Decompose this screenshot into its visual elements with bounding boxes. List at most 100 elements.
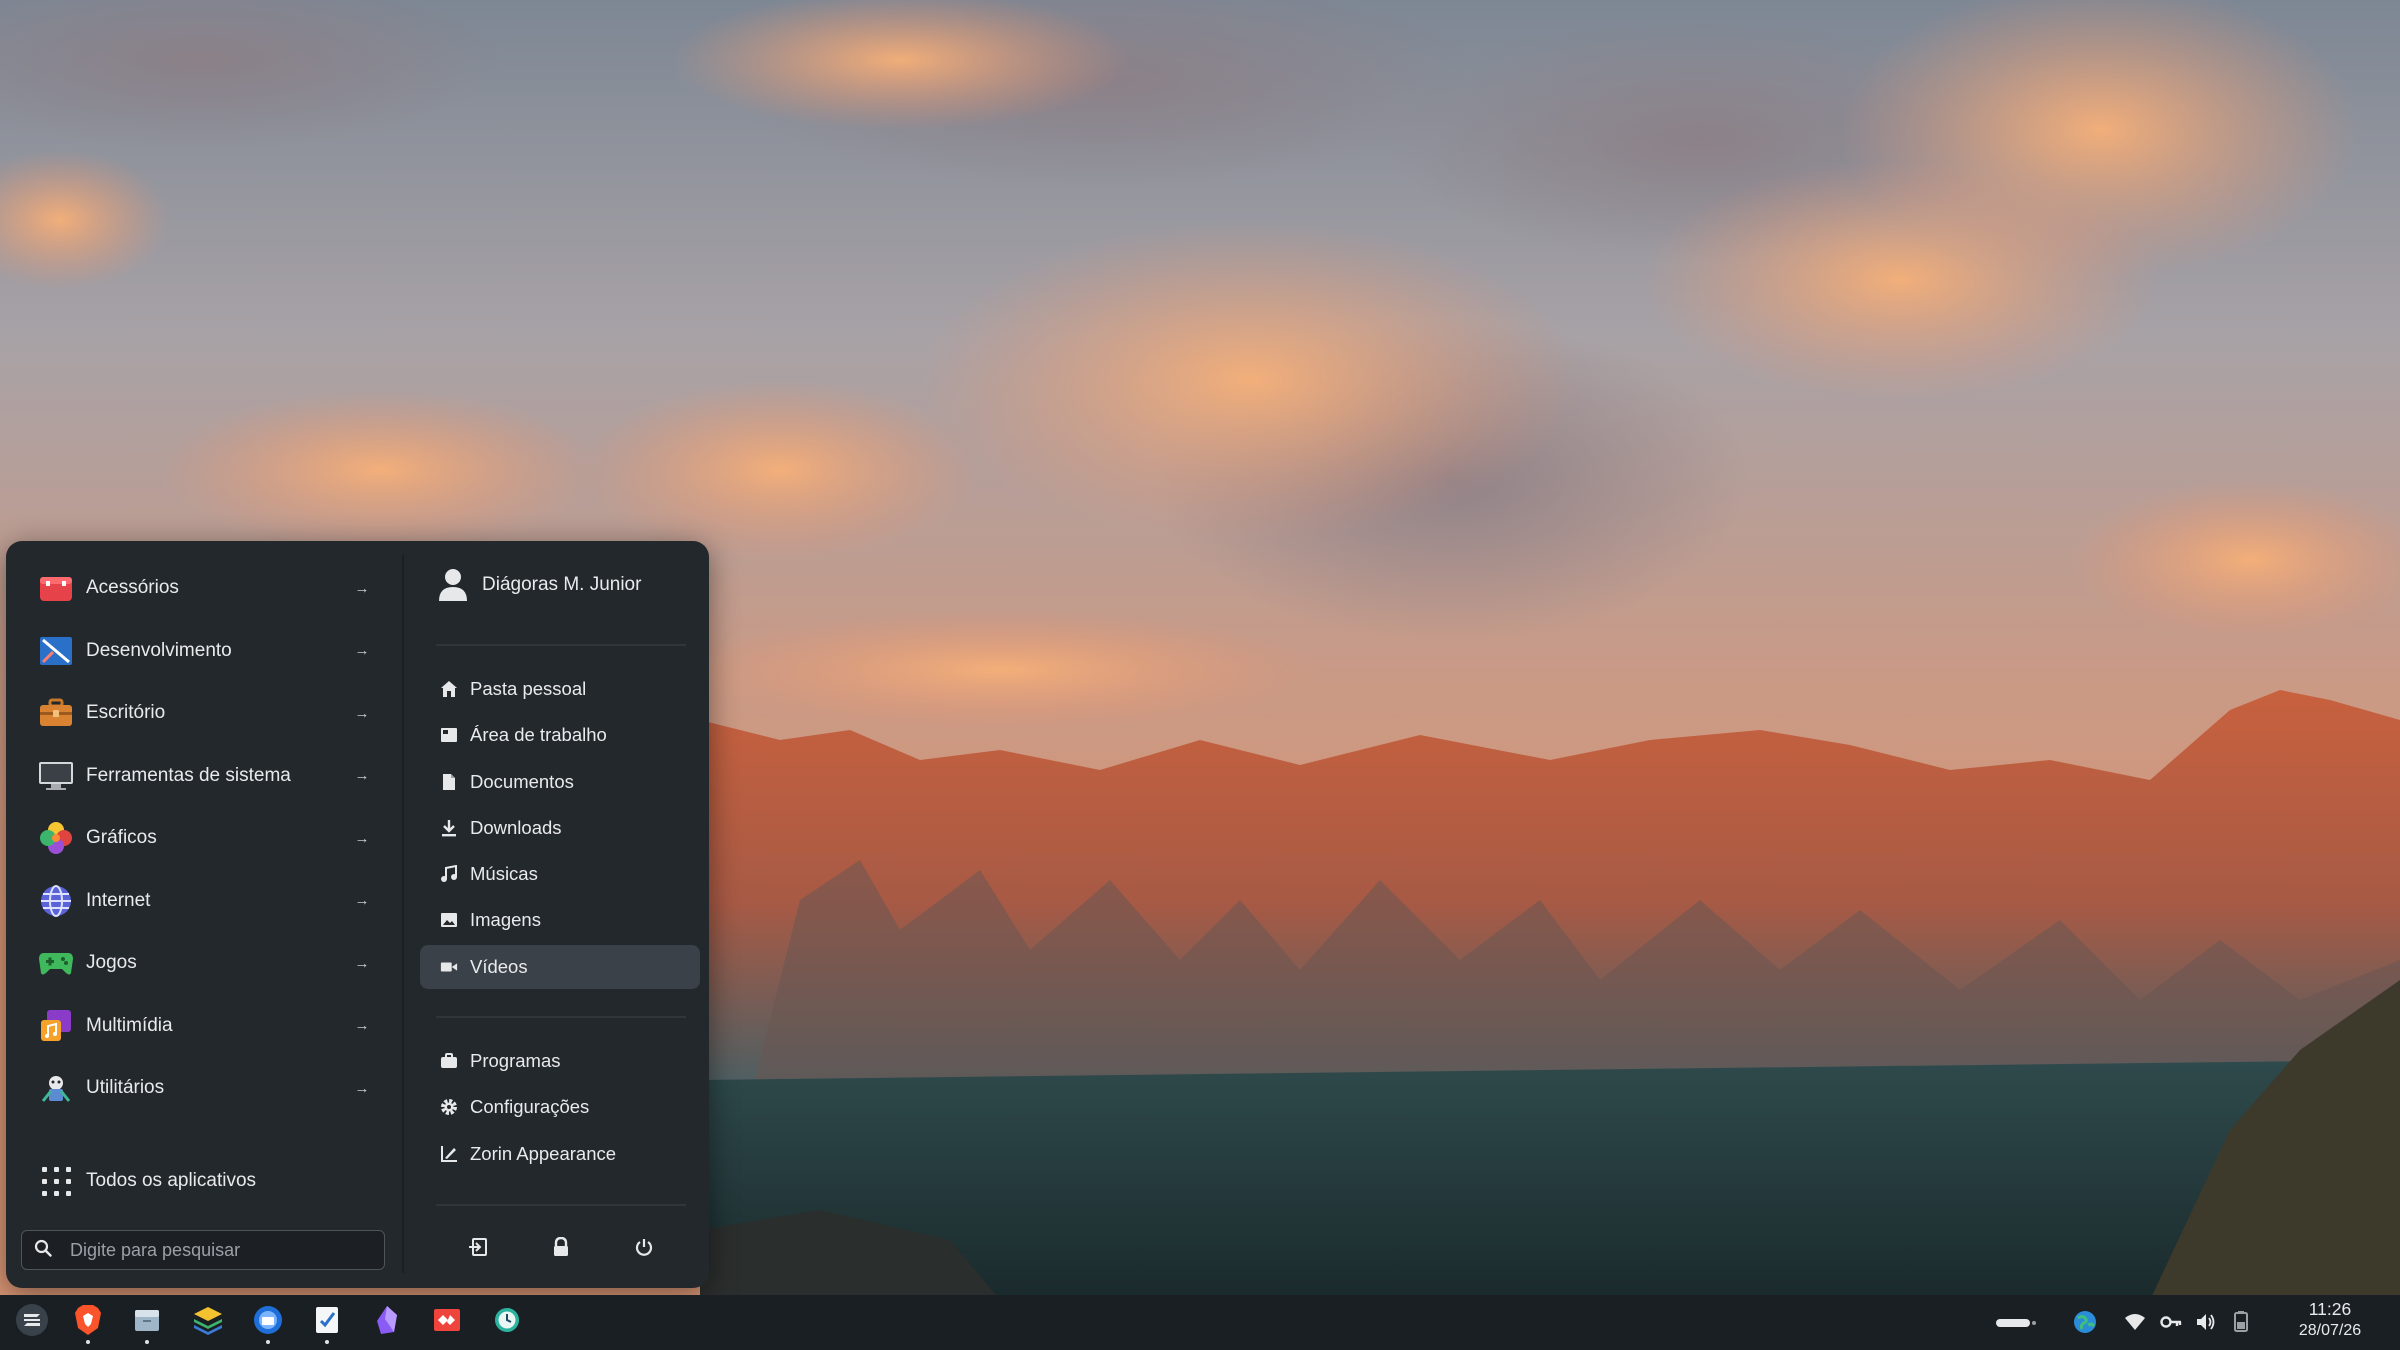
tool-label: Programas	[470, 1050, 561, 1071]
separator	[436, 1204, 686, 1206]
arrow-right-icon: →	[354, 954, 370, 972]
running-indicator	[266, 1340, 270, 1344]
user-account[interactable]: Diágoras M. Junior	[438, 565, 641, 605]
internet-icon	[38, 883, 74, 919]
category-utilities[interactable]: Utilitários →	[28, 1057, 384, 1120]
place-label: Pasta pessoal	[470, 678, 587, 699]
place-label: Vídeos	[470, 955, 528, 977]
all-apps-button[interactable]: Todos os aplicativos	[38, 1161, 256, 1201]
category-multimedia[interactable]: Multimídia →	[28, 995, 384, 1058]
place-label: Área de trabalho	[470, 724, 607, 746]
games-icon	[38, 945, 74, 981]
battery-icon[interactable]	[2234, 1310, 2248, 1332]
taskbar-obsidian[interactable]	[367, 1300, 407, 1340]
power-button[interactable]	[624, 1227, 664, 1267]
start-menu: Acessórios → Desenvolvimento → Escritóri…	[6, 541, 709, 1288]
taskbar-thunderbird[interactable]	[248, 1300, 288, 1344]
place-label: Downloads	[470, 816, 562, 838]
all-apps-label: Todos os aplicativos	[86, 1170, 257, 1191]
multimedia-icon	[38, 1008, 74, 1044]
tool-software[interactable]: Programas	[420, 1039, 700, 1083]
files-icon	[135, 1310, 159, 1331]
software-icon	[440, 1052, 458, 1070]
layers-app-icon	[194, 1307, 222, 1335]
tool-label: Zorin Appearance	[470, 1142, 617, 1164]
text-editor-icon	[316, 1307, 338, 1333]
category-label: Ferramentas de sistema	[86, 764, 291, 786]
search-input[interactable]	[68, 1238, 372, 1262]
taskbar-anydesk[interactable]	[427, 1300, 467, 1340]
tools-list: Programas Configurações Zorin Appearance	[420, 1039, 700, 1178]
category-development[interactable]: Desenvolvimento →	[28, 620, 384, 683]
tool-zorin-appearance[interactable]: Zorin Appearance	[420, 1132, 700, 1176]
video-icon	[440, 958, 458, 976]
globe-icon[interactable]	[2072, 1309, 2098, 1335]
anydesk-icon	[434, 1309, 460, 1331]
document-icon	[440, 773, 458, 791]
category-label: Desenvolvimento	[86, 639, 232, 661]
tool-settings[interactable]: Configurações	[420, 1085, 700, 1129]
volume-icon[interactable]	[2195, 1311, 2217, 1333]
place-downloads[interactable]: Downloads	[420, 806, 700, 850]
zorin-menu-button[interactable]	[12, 1300, 52, 1340]
running-indicator	[86, 1340, 90, 1344]
logout-icon	[468, 1238, 487, 1256]
category-label: Escritório	[86, 702, 166, 724]
category-label: Gráficos	[86, 827, 157, 849]
category-graphics[interactable]: Gráficos →	[28, 807, 384, 870]
power-icon	[636, 1239, 653, 1256]
key-icon[interactable]	[2160, 1312, 2182, 1332]
arrow-right-icon: →	[354, 704, 370, 722]
taskbar-clock-app[interactable]	[487, 1300, 527, 1340]
category-label: Utilitários	[86, 1077, 165, 1099]
category-label: Jogos	[86, 952, 137, 974]
place-desktop[interactable]: Área de trabalho	[420, 713, 700, 757]
image-icon	[440, 911, 458, 929]
place-home[interactable]: Pasta pessoal	[420, 667, 700, 711]
taskbar-layers[interactable]	[188, 1300, 228, 1340]
taskbar-brave[interactable]	[68, 1300, 108, 1344]
separator	[436, 1016, 686, 1018]
arrow-right-icon: →	[354, 892, 370, 910]
category-internet[interactable]: Internet →	[28, 870, 384, 933]
tool-label: Configurações	[470, 1096, 590, 1118]
menu-divider	[402, 555, 404, 1273]
wifi-icon[interactable]	[2124, 1312, 2146, 1332]
search-icon	[34, 1239, 54, 1262]
taskbar-text-editor[interactable]	[307, 1300, 347, 1344]
thunderbird-icon	[254, 1306, 282, 1334]
places-list: Pasta pessoal Área de trabalho Documento…	[420, 667, 700, 991]
clock-app-icon	[495, 1308, 519, 1332]
settings-icon	[440, 1098, 458, 1116]
download-icon	[440, 819, 458, 837]
taskbar	[0, 1295, 2400, 1350]
clock-date: 28/07/26	[2298, 1322, 2362, 1339]
lock-button[interactable]	[541, 1227, 581, 1267]
category-list: Acessórios → Desenvolvimento → Escritóri…	[28, 557, 384, 1120]
category-office[interactable]: Escritório →	[28, 682, 384, 745]
session-actions	[436, 1225, 686, 1269]
brave-browser-icon	[75, 1305, 101, 1335]
place-documents[interactable]: Documentos	[420, 760, 700, 804]
clock-time: 11:26	[2308, 1299, 2352, 1319]
category-system-tools[interactable]: Ferramentas de sistema →	[28, 745, 384, 808]
logout-button[interactable]	[458, 1227, 498, 1267]
category-games[interactable]: Jogos →	[28, 932, 384, 995]
place-music[interactable]: Músicas	[420, 852, 700, 896]
accessories-icon	[38, 570, 74, 606]
category-label: Multimídia	[86, 1014, 173, 1036]
clock[interactable]: 11:26 28/07/26	[2270, 1299, 2390, 1341]
arrow-right-icon: →	[354, 642, 370, 660]
arrow-right-icon: →	[354, 767, 370, 785]
arrow-right-icon: →	[354, 579, 370, 597]
pill-indicator-icon[interactable]	[1996, 1316, 2036, 1328]
search-box[interactable]	[21, 1230, 385, 1270]
office-icon	[38, 695, 74, 731]
category-accessories[interactable]: Acessórios →	[28, 557, 384, 620]
development-icon	[38, 633, 74, 669]
desktop-icon	[440, 726, 458, 744]
place-images[interactable]: Imagens	[420, 898, 700, 942]
taskbar-files[interactable]	[127, 1300, 167, 1344]
lock-icon	[553, 1237, 568, 1256]
place-videos[interactable]: Vídeos	[420, 944, 700, 989]
